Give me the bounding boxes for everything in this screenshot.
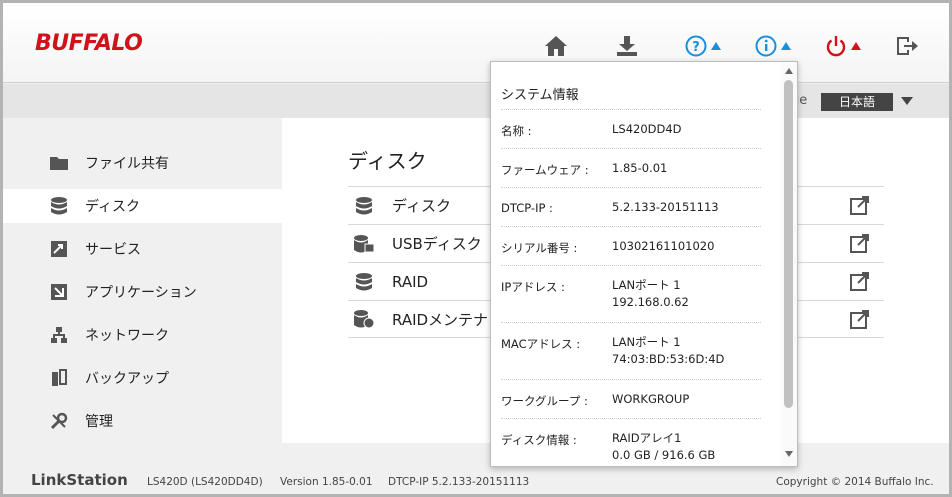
- info-value: WORKGROUP: [612, 392, 690, 406]
- footer-dtcp: DTCP-IP 5.2.133-20151113: [388, 476, 530, 488]
- tools-icon: [49, 411, 69, 431]
- divider: [501, 265, 761, 266]
- sidebar-item-backup[interactable]: バックアップ: [3, 361, 282, 395]
- info-key: IPアドレス :: [501, 280, 565, 294]
- divider: [501, 187, 761, 188]
- home-icon[interactable]: [544, 31, 568, 61]
- folder-icon: [49, 153, 69, 173]
- divider: [501, 226, 761, 227]
- logout-icon[interactable]: [895, 31, 919, 61]
- application-icon: [49, 282, 69, 302]
- footer: LinkStation LS420D (LS420DD4D) Version 1…: [3, 443, 949, 494]
- list-item-label: ディスク: [392, 197, 451, 215]
- divider: [501, 322, 761, 323]
- list-item-label: USBディスク: [392, 235, 482, 253]
- divider: [501, 109, 761, 110]
- top-toolbar: BUFFALO ?: [3, 3, 949, 83]
- footer-model: LS420D (LS420DD4D): [147, 476, 263, 488]
- info-key: MACアドレス :: [501, 337, 581, 351]
- info-value: 74:03:BD:53:6D:4D: [612, 352, 725, 366]
- sidebar-item-label: アプリケーション: [85, 285, 197, 301]
- power-icon[interactable]: [825, 31, 861, 61]
- backup-icon: [49, 368, 69, 388]
- download-icon[interactable]: [615, 31, 639, 61]
- open-external-icon[interactable]: [850, 309, 870, 329]
- info-key: 名称 :: [501, 124, 532, 138]
- info-value: 192.168.0.62: [612, 295, 689, 309]
- service-icon: [49, 239, 69, 259]
- sidebar-item-network[interactable]: ネットワーク: [3, 318, 282, 352]
- sidebar-item-service[interactable]: サービス: [3, 232, 282, 266]
- power-caret-icon: [851, 42, 861, 50]
- info-key: シリアル番号 :: [501, 241, 578, 255]
- language-dropdown-icon[interactable]: [901, 97, 913, 105]
- info-icon[interactable]: [755, 31, 791, 61]
- info-value: LANポート 1: [612, 278, 681, 292]
- sidebar-item-disk[interactable]: ディスク: [3, 189, 282, 223]
- info-value: 1.85-0.01: [612, 161, 668, 175]
- footer-version: Version 1.85-0.01: [280, 476, 373, 488]
- sidebar: ファイル共有 ディスク サービス アプリケーション ネットワーク バックアップ …: [3, 118, 282, 443]
- buffalo-logo: BUFFALO: [35, 31, 143, 56]
- divider: [501, 148, 761, 149]
- footer-copyright: Copyright © 2014 Buffalo Inc.: [776, 476, 934, 488]
- language-select[interactable]: 日本語: [821, 93, 893, 111]
- info-value: LANポート 1: [612, 335, 681, 349]
- system-info-popup: システム情報 名称 : LS420DD4D ファームウェア : 1.85-0.0…: [490, 61, 798, 467]
- help-caret-icon: [711, 42, 721, 50]
- info-value: LS420DD4D: [612, 122, 682, 136]
- list-item-label: RAIDメンテナ: [392, 310, 489, 329]
- info-key: ディスク情報 :: [501, 433, 577, 447]
- info-value: 10302161101020: [612, 239, 715, 253]
- popup-title: システム情報: [501, 88, 579, 103]
- scrollbar-thumb[interactable]: [784, 80, 793, 408]
- disk-icon: [49, 196, 69, 216]
- sidebar-item-label: ネットワーク: [85, 328, 169, 344]
- info-value: 5.2.133-20151113: [612, 200, 719, 214]
- raid-maintenance-icon: [352, 307, 376, 331]
- list-item-label: RAID: [392, 272, 429, 291]
- app-window: BUFFALO ? ge 日本語 ファイル共有 ディスク サービス アプリケーシ…: [0, 0, 952, 497]
- network-icon: [49, 325, 69, 345]
- open-external-icon[interactable]: [850, 195, 870, 215]
- sidebar-item-label: サービス: [85, 242, 141, 258]
- info-value: RAIDアレイ1: [612, 431, 682, 445]
- sidebar-item-label: 管理: [85, 414, 113, 430]
- open-external-icon[interactable]: [850, 271, 870, 291]
- linkstation-logo: LinkStation: [31, 471, 128, 489]
- divider: [501, 379, 761, 380]
- info-key: ファームウェア :: [501, 163, 589, 177]
- sidebar-item-label: ファイル共有: [85, 156, 169, 172]
- divider: [501, 418, 761, 419]
- scroll-up-arrow-icon[interactable]: [785, 68, 793, 74]
- info-caret-icon: [781, 42, 791, 50]
- open-external-icon[interactable]: [850, 233, 870, 253]
- sidebar-item-label: ディスク: [85, 199, 141, 215]
- raid-icon: [352, 270, 376, 294]
- page-title: ディスク: [348, 149, 427, 173]
- info-key: ワークグループ :: [501, 394, 588, 408]
- sidebar-item-file-share[interactable]: ファイル共有: [3, 146, 282, 180]
- svg-text:?: ?: [692, 40, 700, 55]
- info-value: 0.0 GB / 916.6 GB: [612, 448, 716, 462]
- disk-icon: [352, 194, 376, 218]
- sidebar-item-application[interactable]: アプリケーション: [3, 275, 282, 309]
- scroll-down-arrow-icon[interactable]: [785, 451, 793, 457]
- info-key: DTCP-IP :: [501, 201, 553, 215]
- sidebar-item-admin[interactable]: 管理: [3, 404, 282, 438]
- sidebar-item-label: バックアップ: [85, 371, 169, 387]
- help-icon[interactable]: ?: [685, 31, 721, 61]
- usb-disk-icon: [352, 232, 376, 256]
